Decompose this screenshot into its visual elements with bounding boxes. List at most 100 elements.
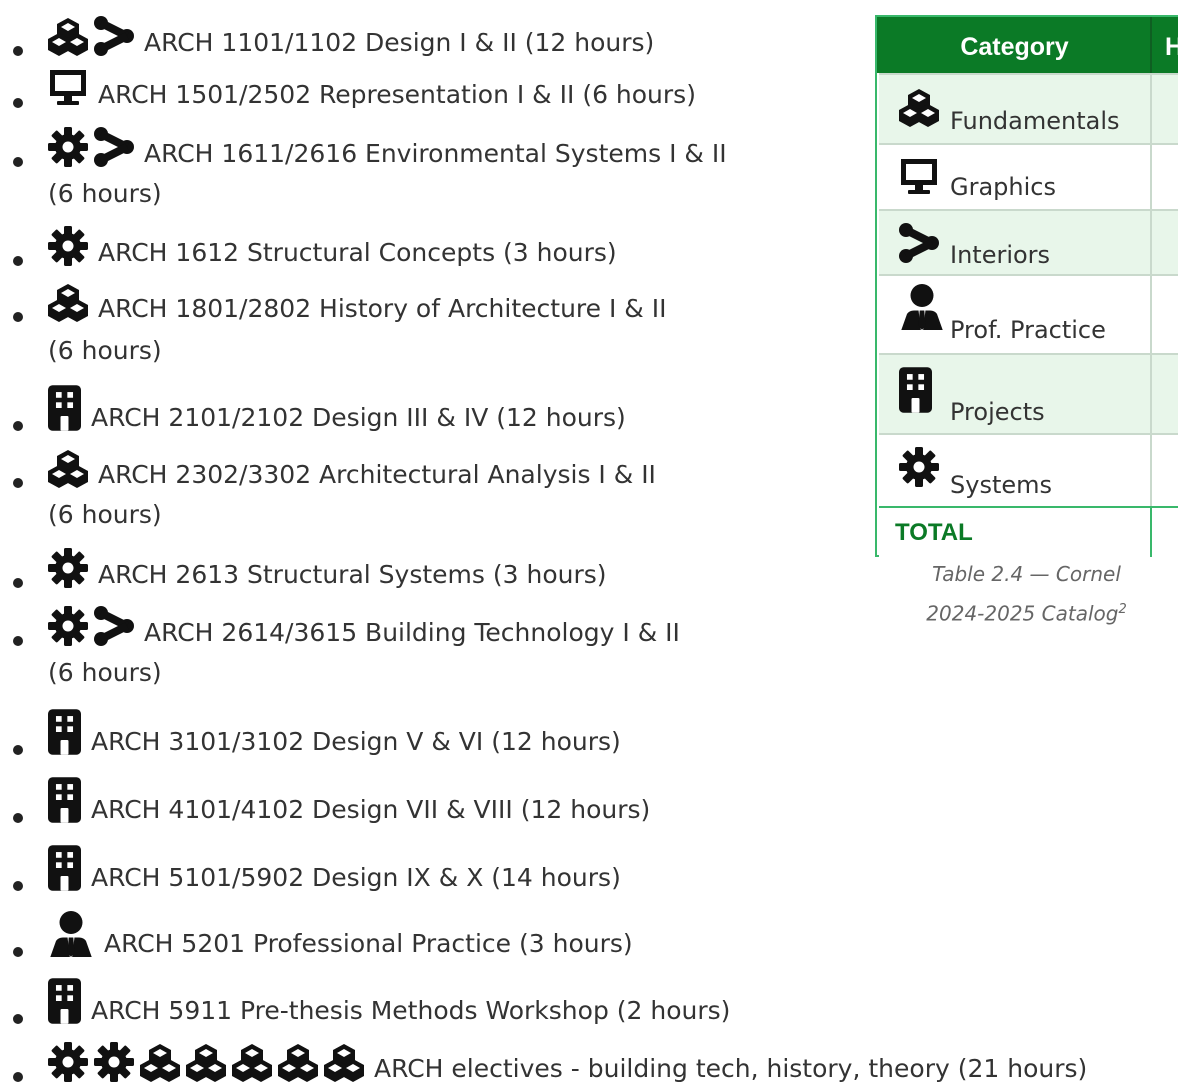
share-icon — [94, 127, 134, 167]
course-category-icons — [48, 606, 134, 646]
building-icon — [48, 385, 81, 431]
category-label: Systems — [950, 471, 1052, 499]
bullet-dot — [13, 312, 23, 322]
table-frame: Category H Fundamentals Graphics Interio… — [875, 15, 1178, 557]
course-category-icons — [48, 16, 134, 56]
user-tie-icon — [899, 284, 945, 334]
course-text: ARCH 3101/3102 Design V & VI (12 hours) — [91, 727, 621, 756]
table-row: Systems — [879, 433, 1178, 506]
bullet-dot — [13, 1072, 23, 1082]
bullet-dot — [13, 578, 23, 588]
course-text-continuation: (6 hours) — [48, 336, 162, 365]
course-category-icons — [48, 709, 81, 755]
bullet-dot — [13, 947, 23, 957]
course-category-icons — [48, 911, 94, 957]
course-text: ARCH 5911 Pre-thesis Methods Workshop (2… — [91, 996, 731, 1025]
cubes-icon — [324, 1042, 364, 1082]
course-text: ARCH 2614/3615 Building Technology I & I… — [144, 618, 680, 647]
gear-icon — [48, 606, 88, 646]
building-icon — [48, 709, 81, 755]
bullet-dot — [13, 157, 23, 167]
table-caption-line-1: Table 2.4 — Cornel — [932, 562, 1121, 586]
total-row: TOTAL — [879, 506, 1178, 557]
table-header-row: Category H — [877, 17, 1178, 73]
monitor-icon — [899, 157, 939, 201]
course-text: ARCH 5201 Professional Practice (3 hours… — [104, 929, 633, 958]
bullet-dot — [13, 1014, 23, 1024]
course-category-icons — [48, 282, 88, 322]
column-separator — [1150, 73, 1152, 506]
bullet-dot — [13, 421, 23, 431]
category-label: Fundamentals — [950, 107, 1120, 135]
course-text: ARCH 4101/4102 Design VII & VIII (12 hou… — [91, 795, 651, 824]
monitor-icon — [48, 68, 88, 108]
gear-icon — [48, 226, 88, 266]
category-hours-table: Category H Fundamentals Graphics Interio… — [875, 15, 1178, 615]
bullet-dot — [13, 478, 23, 488]
course-text-continuation: (6 hours) — [48, 500, 162, 529]
cubes-icon — [278, 1042, 318, 1082]
table-row: Prof. Practice — [879, 274, 1178, 353]
cubes-icon — [48, 282, 88, 322]
share-icon — [94, 16, 134, 56]
building-icon — [48, 978, 81, 1024]
cubes-icon — [140, 1042, 180, 1082]
table-row: Interiors — [879, 209, 1178, 274]
course-category-icons — [48, 385, 81, 431]
bullet-dot — [13, 46, 23, 56]
building-icon — [48, 845, 81, 891]
category-label: Projects — [950, 398, 1045, 426]
header-category: Category — [960, 33, 1069, 61]
course-category-icons — [48, 978, 81, 1024]
course-category-icons — [48, 68, 88, 108]
header-hours: H — [1165, 33, 1178, 61]
cubes-icon — [186, 1042, 226, 1082]
course-text-continuation: (6 hours) — [48, 658, 162, 687]
course-text: ARCH 1501/2502 Representation I & II (6 … — [98, 80, 696, 109]
category-label: Prof. Practice — [950, 316, 1106, 344]
course-text: ARCH 2101/2102 Design III & IV (12 hours… — [91, 403, 626, 432]
course-text: ARCH 2613 Structural Systems (3 hours) — [98, 560, 607, 589]
category-label: Interiors — [950, 241, 1051, 269]
table-row: Fundamentals — [879, 73, 1178, 143]
course-text-continuation: (6 hours) — [48, 179, 162, 208]
bullet-dot — [13, 98, 23, 108]
gear-icon — [899, 447, 939, 491]
table-caption-line-2: 2024-2025 Catalog2 — [926, 601, 1127, 626]
course-text: ARCH 1801/2802 History of Architecture I… — [98, 294, 667, 323]
bullet-dot — [13, 745, 23, 755]
bullet-dot — [13, 636, 23, 646]
cubes-icon — [232, 1042, 272, 1082]
total-label: TOTAL — [895, 519, 973, 546]
course-category-icons — [48, 1042, 364, 1082]
gear-icon — [48, 127, 88, 167]
share-icon — [899, 223, 939, 267]
building-icon — [899, 367, 932, 417]
course-category-icons — [48, 777, 81, 823]
course-text: ARCH 5101/5902 Design IX & X (14 hours) — [91, 863, 621, 892]
table-row: Projects — [879, 353, 1178, 433]
course-text: ARCH 1101/1102 Design I & II (12 hours) — [144, 28, 655, 57]
course-category-icons — [48, 548, 88, 588]
course-category-icons — [48, 226, 88, 266]
course-category-icons — [48, 845, 81, 891]
share-icon — [94, 606, 134, 646]
gear-icon — [48, 1042, 88, 1082]
user-tie-icon — [48, 911, 94, 957]
category-label: Graphics — [950, 173, 1056, 201]
course-text: ARCH 2302/3302 Architectural Analysis I … — [98, 460, 656, 489]
cubes-icon — [48, 448, 88, 488]
course-category-icons — [48, 127, 134, 167]
bullet-dot — [13, 881, 23, 891]
cubes-icon — [899, 87, 939, 131]
building-icon — [48, 777, 81, 823]
course-text: ARCH 1612 Structural Concepts (3 hours) — [98, 238, 617, 267]
table-row: Graphics — [879, 143, 1178, 209]
bullet-dot — [13, 256, 23, 266]
course-category-icons — [48, 448, 88, 488]
gear-icon — [48, 548, 88, 588]
course-text: ARCH electives - building tech, history,… — [374, 1054, 1088, 1083]
gear-icon — [94, 1042, 134, 1082]
cubes-icon — [48, 16, 88, 56]
bullet-dot — [13, 813, 23, 823]
